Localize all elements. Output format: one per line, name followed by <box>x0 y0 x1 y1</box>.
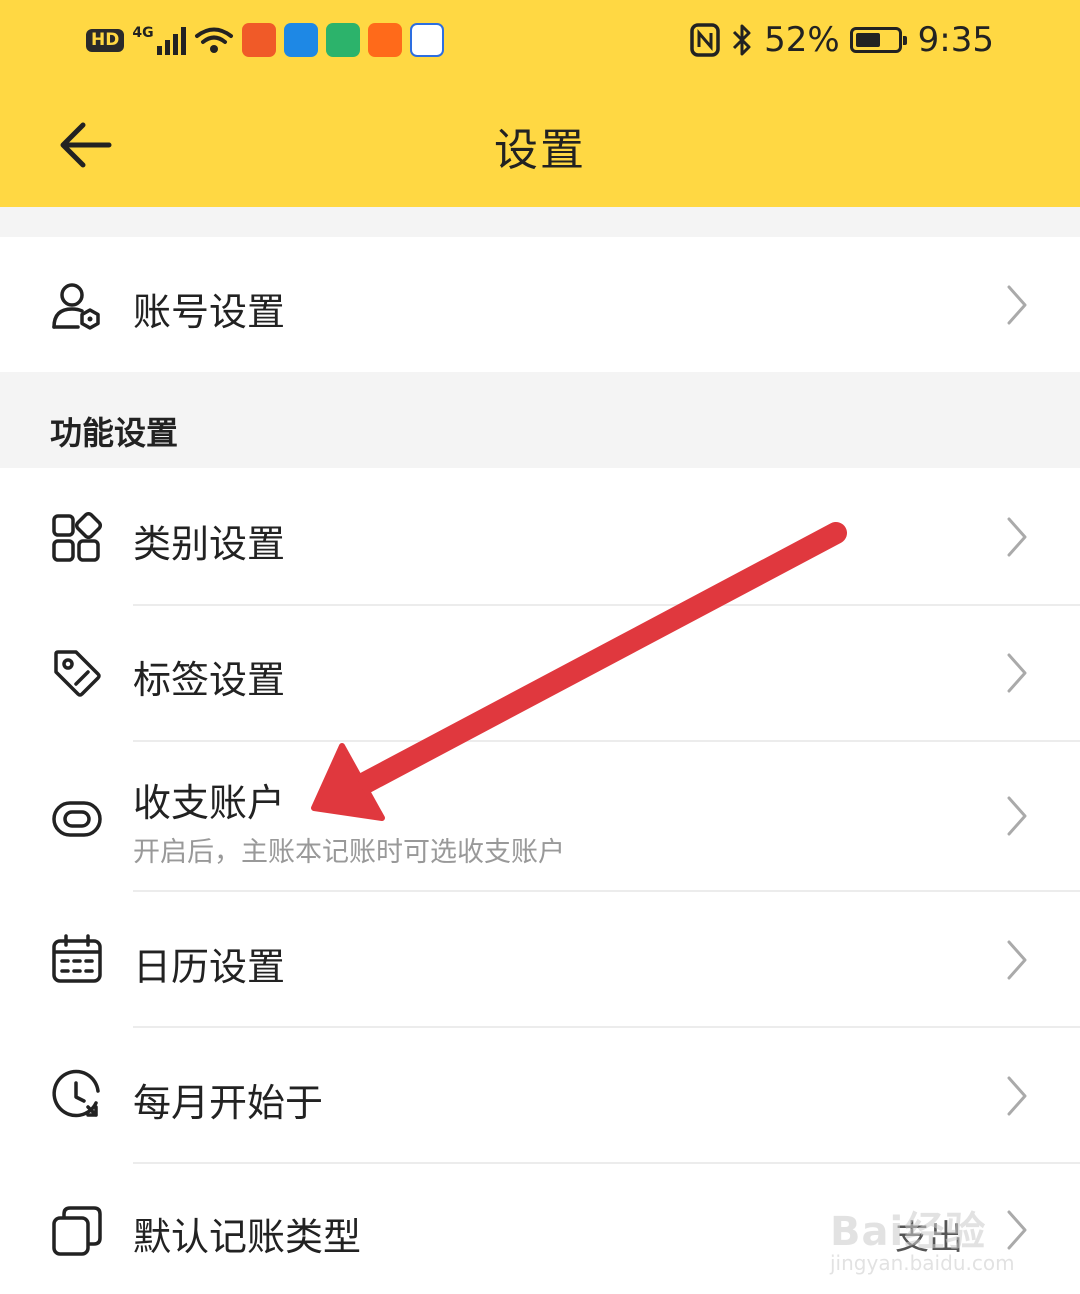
tag-icon <box>54 650 101 697</box>
chevron-right-icon <box>1007 796 1027 836</box>
chevron-right-icon <box>1007 285 1027 325</box>
user-settings-icon <box>52 283 100 330</box>
watermark-brand: Bai经验 <box>830 1209 987 1255</box>
account-settings-label: 账号设置 <box>133 290 286 334</box>
tag-settings-label: 标签设置 <box>133 658 286 702</box>
calendar-settings-label: 日历设置 <box>133 945 286 989</box>
default-record-type-label: 默认记账类型 <box>133 1215 362 1259</box>
section-heading: 功能设置 <box>50 414 179 452</box>
baidu-watermark: Bai经验 jingyan.baidu.com <box>830 1195 1030 1280</box>
app-icon-house <box>325 23 360 57</box>
income-expense-account-subtitle: 开启后，主账本记账时可选收支账户 <box>133 837 565 868</box>
calendar-settings-item[interactable]: 日历设置 <box>0 892 1080 1026</box>
account-settings-card: 账号设置 <box>0 237 1080 372</box>
nfc-icon <box>690 23 720 57</box>
account-settings-item[interactable]: 账号设置 <box>0 237 1080 372</box>
tag-settings-item[interactable]: 标签设置 <box>0 606 1080 740</box>
battery-icon <box>849 27 907 53</box>
status-left: HD 4G <box>86 20 444 60</box>
app-icon-red <box>241 23 276 57</box>
app-header: HD 4G 52% 9:35 设置 <box>0 0 1080 207</box>
link-icon <box>52 801 102 837</box>
status-bar: HD 4G 52% 9:35 <box>0 0 1080 84</box>
page-title: 设置 <box>494 125 586 176</box>
app-icon-weather <box>283 23 318 57</box>
chevron-right-icon <box>1007 653 1027 693</box>
category-settings-label: 类别设置 <box>133 522 286 566</box>
status-time: 9:35 <box>917 20 994 60</box>
watermark-url: jingyan.baidu.com <box>830 1251 1015 1275</box>
month-start-label: 每月开始于 <box>133 1081 324 1125</box>
chevron-right-icon <box>1007 517 1027 557</box>
wifi-icon <box>194 27 233 53</box>
chevron-right-icon <box>1007 940 1027 980</box>
app-icon-white <box>409 23 444 57</box>
clock-icon <box>52 1069 100 1118</box>
calendar-icon <box>52 934 102 983</box>
function-settings-card: 类别设置 标签设置 收支账户 开启后，主账本记账时可选收支账户 日历设置 每月开… <box>0 468 1080 1294</box>
income-expense-account-item[interactable]: 收支账户 开启后，主账本记账时可选收支账户 <box>0 742 1080 890</box>
month-start-item[interactable]: 每月开始于 <box>0 1028 1080 1162</box>
category-settings-item[interactable]: 类别设置 <box>0 468 1080 604</box>
network-type-label: 4G <box>132 25 154 41</box>
income-expense-account-label: 收支账户 <box>133 781 286 825</box>
category-grid-icon <box>52 512 103 562</box>
hd-badge: HD <box>86 28 125 52</box>
battery-percent: 52% <box>764 20 840 60</box>
bluetooth-icon <box>733 24 751 56</box>
chevron-right-icon <box>1007 1076 1027 1116</box>
nav-bar: 设置 <box>0 84 1080 207</box>
signal-icon: 4G <box>132 25 186 55</box>
app-icon-orange <box>367 23 402 57</box>
copy-icon <box>52 1206 102 1256</box>
status-right: 52% 9:35 <box>690 18 994 62</box>
